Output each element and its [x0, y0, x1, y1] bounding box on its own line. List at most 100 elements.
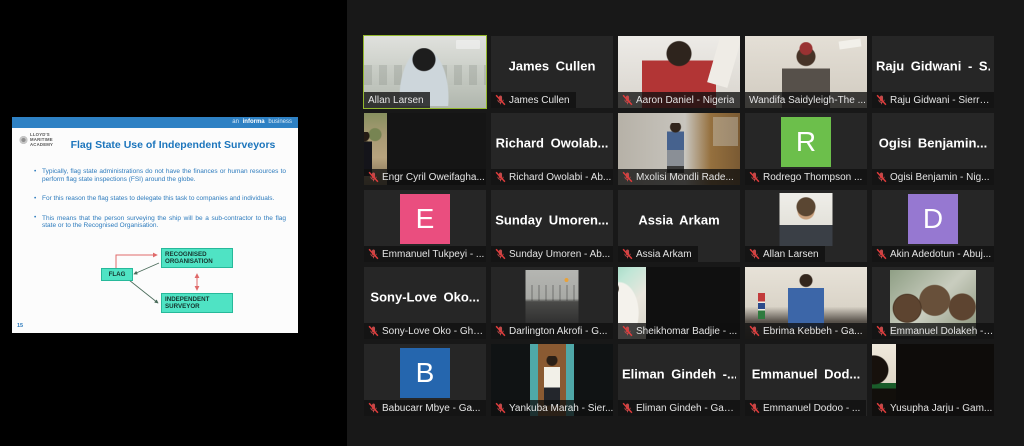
- participant-name-label: Sunday Umoren - Ab...: [491, 246, 613, 262]
- participant-center-name: Sunday Umoren...: [495, 213, 609, 228]
- participant-name-text: Sony-Love Oko - Gha...: [382, 326, 486, 337]
- participant-tile[interactable]: R Rodrego Thompson ...: [745, 113, 867, 185]
- participant-name-label: Yusupha Jarju - Gam...: [872, 400, 994, 416]
- muted-mic-icon: [368, 325, 379, 337]
- participant-tile[interactable]: Mxolisi Mondli Rade...: [618, 113, 740, 185]
- participant-name-label: Allan Larsen: [745, 246, 825, 262]
- participant-tile[interactable]: Darlington Akrofi - G...: [491, 267, 613, 339]
- muted-mic-icon: [749, 248, 760, 260]
- participant-video: [780, 193, 833, 246]
- slide-bullets: Typically, flag state administrations do…: [34, 168, 286, 242]
- muted-mic-icon: [622, 402, 633, 414]
- lloyds-maritime-academy-logo: LLOYD'S MARITIME ACADEMY: [19, 133, 53, 147]
- participant-name-text: Darlington Akrofi - G...: [509, 326, 607, 337]
- participant-tile[interactable]: Ogisi Benjamin... Ogisi Benjamin - Nig..…: [872, 113, 994, 185]
- participant-tile[interactable]: Richard Owolab... Richard Owolabi - Ab..…: [491, 113, 613, 185]
- slide-page-number: 15: [17, 323, 23, 329]
- participant-name-label: Darlington Akrofi - G...: [491, 323, 613, 339]
- participant-name-text: Ogisi Benjamin - Nig...: [890, 172, 989, 183]
- participant-tile[interactable]: Yusupha Jarju - Gam...: [872, 344, 994, 416]
- participant-tile[interactable]: Emmanuel Dolakeh - ...: [872, 267, 994, 339]
- participant-name-text: Richard Owolabi - Ab...: [509, 172, 611, 183]
- muted-mic-icon: [495, 248, 506, 260]
- participant-tile[interactable]: E Emmanuel Tukpeyi - ...: [364, 190, 486, 262]
- participant-name-label: Richard Owolabi - Ab...: [491, 169, 613, 185]
- brand-name: informa: [243, 119, 265, 125]
- participant-name-text: Wandifa Saidyleigh-The ...: [749, 95, 866, 106]
- participant-name-text: Allan Larsen: [368, 95, 424, 106]
- bullet-item: This means that the person surveying the…: [34, 215, 286, 230]
- meeting-window: an informa business LLOYD'S MARITIME ACA…: [0, 0, 1024, 446]
- participants-panel: Allan Larsen James Cullen James Cullen: [347, 0, 1024, 446]
- participant-tile[interactable]: B Babucarr Mbye - Ga...: [364, 344, 486, 416]
- participant-tile[interactable]: Yankuba Marah - Sier...: [491, 344, 613, 416]
- participant-avatar: D: [908, 194, 958, 244]
- informa-brand-bar: an informa business: [12, 117, 298, 128]
- muted-mic-icon: [622, 248, 633, 260]
- participant-name-text: Sheikhomar Badjie - ...: [636, 326, 737, 337]
- presentation-slide: an informa business LLOYD'S MARITIME ACA…: [12, 117, 298, 333]
- participants-grid: Allan Larsen James Cullen James Cullen: [364, 36, 994, 416]
- muted-mic-icon: [495, 325, 506, 337]
- participant-name-label: Emmanuel Dolakeh - ...: [872, 323, 994, 339]
- muted-mic-icon: [495, 402, 506, 414]
- participant-tile[interactable]: James Cullen James Cullen: [491, 36, 613, 108]
- participant-tile[interactable]: Allan Larsen: [745, 190, 867, 262]
- participant-name-label: Assia Arkam: [618, 246, 698, 262]
- participant-tile[interactable]: Ebrima Kebbeh - Ga...: [745, 267, 867, 339]
- participant-tile[interactable]: Sony-Love Oko... Sony-Love Oko - Gha...: [364, 267, 486, 339]
- participant-name-label: Akin Adedotun - Abuj...: [872, 246, 994, 262]
- participant-avatar: R: [781, 117, 831, 167]
- participant-tile[interactable]: Sunday Umoren... Sunday Umoren - Ab...: [491, 190, 613, 262]
- muted-mic-icon: [622, 94, 633, 106]
- participant-name-label: Eliman Gindeh - Gam...: [618, 400, 740, 416]
- participant-center-name: Assia Arkam: [622, 213, 736, 228]
- participant-name-text: Raju Gidwani - Sierra ...: [890, 95, 994, 106]
- participant-name-label: Sony-Love Oko - Gha...: [364, 323, 486, 339]
- bullet-item: Typically, flag state administrations do…: [34, 168, 286, 183]
- participant-name-label: Raju Gidwani - Sierra ...: [872, 92, 994, 108]
- muted-mic-icon: [876, 94, 887, 106]
- participant-tile[interactable]: Sheikhomar Badjie - ...: [618, 267, 740, 339]
- muted-mic-icon: [495, 171, 506, 183]
- muted-mic-icon: [368, 248, 379, 260]
- bullet-item: For this reason the flag states to deleg…: [34, 195, 286, 203]
- participant-name-text: Assia Arkam: [636, 249, 692, 260]
- participant-name-text: Emmanuel Dodoo - ...: [763, 403, 860, 414]
- participant-name-label: James Cullen: [491, 92, 576, 108]
- participant-center-name: Eliman Gindeh -...: [622, 367, 736, 382]
- participant-tile[interactable]: Emmanuel Dod... Emmanuel Dodoo - ...: [745, 344, 867, 416]
- participant-tile[interactable]: Allan Larsen: [364, 36, 486, 108]
- muted-mic-icon: [876, 325, 887, 337]
- participant-name-text: Babucarr Mbye - Ga...: [382, 403, 480, 414]
- participant-avatar: B: [400, 348, 450, 398]
- participant-tile[interactable]: Aaron Daniel - Nigeria: [618, 36, 740, 108]
- muted-mic-icon: [622, 325, 633, 337]
- participant-name-label: Babucarr Mbye - Ga...: [364, 400, 486, 416]
- participant-name-label: Engr Cyril Oweifagha...: [364, 169, 486, 185]
- muted-mic-icon: [495, 94, 506, 106]
- participant-name-label: Emmanuel Tukpeyi - ...: [364, 246, 486, 262]
- participant-name-text: Rodrego Thompson ...: [763, 172, 862, 183]
- participant-name-text: Eliman Gindeh - Gam...: [636, 403, 740, 414]
- participant-name-label: Mxolisi Mondli Rade...: [618, 169, 740, 185]
- participant-name-text: Mxolisi Mondli Rade...: [636, 172, 734, 183]
- participant-name-label: Sheikhomar Badjie - ...: [618, 323, 740, 339]
- participant-tile[interactable]: Eliman Gindeh -... Eliman Gindeh - Gam..…: [618, 344, 740, 416]
- diagram-node-flag: FLAG: [101, 268, 133, 281]
- participant-tile[interactable]: Wandifa Saidyleigh-The ...: [745, 36, 867, 108]
- muted-mic-icon: [749, 171, 760, 183]
- participant-name-label: Ebrima Kebbeh - Ga...: [745, 323, 867, 339]
- participant-name-label: Wandifa Saidyleigh-The ...: [745, 92, 867, 108]
- participant-tile[interactable]: Engr Cyril Oweifagha...: [364, 113, 486, 185]
- participant-center-name: James Cullen: [495, 59, 609, 74]
- participant-tile[interactable]: Raju Gidwani - S... Raju Gidwani - Sierr…: [872, 36, 994, 108]
- participant-name-text: Yusupha Jarju - Gam...: [890, 403, 992, 414]
- participant-avatar: E: [400, 194, 450, 244]
- participant-tile[interactable]: Assia Arkam Assia Arkam: [618, 190, 740, 262]
- participant-tile[interactable]: D Akin Adedotun - Abuj...: [872, 190, 994, 262]
- participant-center-name: Emmanuel Dod...: [749, 367, 863, 382]
- muted-mic-icon: [368, 402, 379, 414]
- muted-mic-icon: [749, 402, 760, 414]
- participant-name-label: Ogisi Benjamin - Nig...: [872, 169, 994, 185]
